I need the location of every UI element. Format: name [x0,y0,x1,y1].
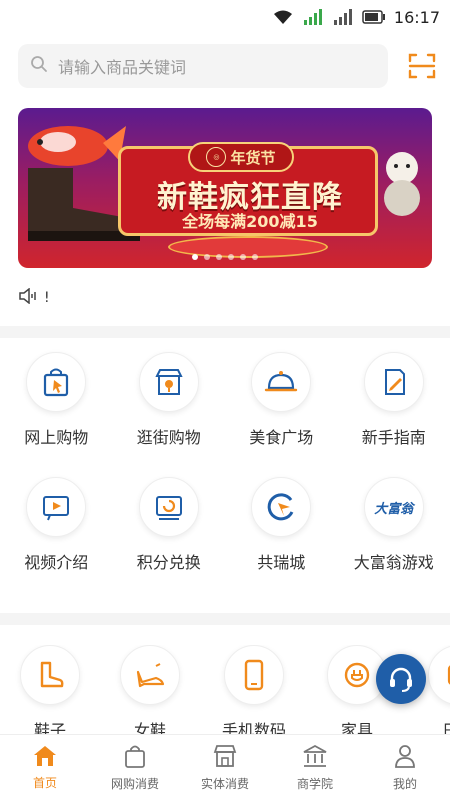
banner-dot[interactable] [240,254,246,260]
feature-food-court[interactable]: 美食广场 [225,352,338,477]
feature-points-exchange[interactable]: 积分兑换 [113,477,226,602]
nav-label: 我的 [392,777,417,791]
feature-icon-wrap [251,352,312,412]
banner-badge: ◎ 年货节 [188,142,294,172]
banner-dot[interactable] [252,254,258,260]
monopoly-icon: 大富翁 [374,501,414,517]
signal-2-icon [332,8,354,26]
category-icon-wrap [224,645,284,705]
feature-icon-wrap [26,477,87,537]
home-icon [34,746,56,766]
category-icon-wrap [20,645,80,705]
section-divider [0,613,450,625]
daily-icon [447,665,450,685]
notice-bar[interactable]: ! [18,287,50,308]
feature-label: 逛街购物 [136,428,201,447]
wifi-icon [272,9,294,25]
store-icon [213,745,237,767]
banner-badge-text: 年货节 [230,148,276,167]
feature-gongrui-city[interactable]: 共瑞城 [225,477,338,602]
mascot-image [384,152,420,216]
video-icon [43,496,70,521]
category-icon-wrap [120,645,180,705]
event-logo-icon: ◎ [206,147,227,167]
nav-label: 商学院 [296,777,333,791]
feature-grid: 网上购物 逛街购物 美食广场 新手指南 视频介绍 积分兑换 共瑞城 大富翁 大富… [0,352,450,602]
battery-icon [362,10,386,24]
search-row: 请输入商品关键词 [18,44,438,88]
feature-icon-wrap [26,352,87,412]
feature-label: 视频介绍 [24,553,89,572]
promo-banner[interactable]: ◎ 年货节 新鞋疯狂直降 全场每满200减15 [18,108,432,268]
feature-label: 新手指南 [361,428,426,447]
feature-label: 积分兑换 [136,553,201,572]
user-icon [395,745,415,768]
nav-home[interactable]: 首页 [0,735,90,800]
feature-label: 网上购物 [24,428,89,447]
status-bar: 16:17 [0,0,450,34]
feature-street-shopping[interactable]: 逛街购物 [113,352,226,477]
boot-icon [40,661,64,688]
gongrui-logo-icon [267,493,294,521]
status-time: 16:17 [393,7,440,27]
feature-icon-wrap [363,352,424,412]
notice-text: ! [44,290,50,306]
banner-dot[interactable] [204,254,210,260]
bank-icon [303,744,327,767]
banner-subtitle: 全场每满200减15 [182,212,318,231]
category-womens-shoes[interactable]: 女鞋 [110,645,190,737]
feature-icon-wrap [138,477,199,537]
section-divider [0,326,450,338]
feature-label: 美食广场 [249,428,314,447]
banner-dot[interactable] [192,254,198,260]
feature-icon-wrap [138,352,199,412]
search-placeholder: 请输入商品关键词 [58,58,187,77]
feature-monopoly-game[interactable]: 大富翁 大富翁游戏 [338,477,450,602]
banner-dot[interactable] [216,254,222,260]
bottom-nav: 首页 网购消费 实体消费 商学院 我的 [0,734,450,800]
search-icon [30,55,48,77]
customer-service-button[interactable] [376,654,426,704]
category-icon-wrap [428,645,450,705]
food-dome-icon [265,371,298,392]
search-input[interactable]: 请输入商品关键词 [18,44,388,88]
nav-store-purchase[interactable]: 实体消费 [180,735,270,800]
nav-label: 首页 [32,776,57,790]
phone-icon [244,659,264,691]
scan-icon[interactable] [408,52,436,80]
feature-online-shopping[interactable]: 网上购物 [0,352,113,477]
points-exchange-icon [155,496,182,520]
feature-label: 大富翁游戏 [353,553,434,572]
guide-icon [384,369,405,395]
feature-video[interactable]: 视频介绍 [0,477,113,602]
category-shoes[interactable]: 鞋子 [10,645,90,737]
high-heel-icon [136,663,165,688]
nav-mine[interactable]: 我的 [360,735,450,800]
shopping-bag-icon [44,368,69,397]
banner-pagination [18,254,432,260]
category-phones[interactable]: 手机数码 [214,645,294,737]
feature-guide[interactable]: 新手指南 [338,352,450,477]
nav-label: 实体消费 [200,777,249,791]
banner-dot[interactable] [228,254,234,260]
bag-icon [125,745,145,768]
feature-icon-wrap [251,477,312,537]
signal-icon [302,8,324,26]
plug-icon [344,662,370,688]
storefront-icon [155,369,183,395]
feature-label: 共瑞城 [257,553,306,572]
nav-label: 网购消费 [110,777,159,791]
headset-icon [390,667,412,692]
speaker-icon [18,287,38,308]
nav-online-purchase[interactable]: 网购消费 [90,735,180,800]
feature-icon-wrap: 大富翁 [363,477,424,537]
nav-business-school[interactable]: 商学院 [270,735,360,800]
